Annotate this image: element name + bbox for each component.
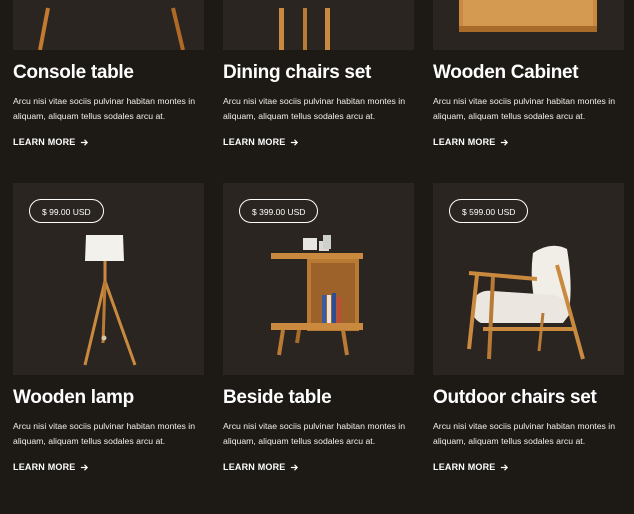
arrow-right-icon bbox=[80, 463, 88, 471]
product-title: Beside table bbox=[223, 387, 332, 408]
product-description: Arcu nisi vitae sociis pulvinar habitan … bbox=[13, 421, 196, 446]
learn-more-link[interactable]: LEARN MORE bbox=[223, 462, 299, 472]
product-image-dining[interactable] bbox=[223, 0, 414, 50]
product-description: Arcu nisi vitae sociis pulvinar habitan … bbox=[223, 421, 406, 446]
learn-more-label: LEARN MORE bbox=[223, 137, 286, 147]
wooden-cabinet-illustration bbox=[459, 0, 597, 32]
arrow-right-icon bbox=[290, 463, 298, 471]
learn-more-label: LEARN MORE bbox=[13, 462, 76, 472]
product-title: Outdoor chairs set bbox=[433, 387, 597, 408]
product-title: Console table bbox=[13, 62, 134, 83]
product-image-outdoor[interactable]: $ 599.00 USD bbox=[433, 183, 624, 375]
learn-more-label: LEARN MORE bbox=[433, 462, 496, 472]
product-image-cabinet[interactable] bbox=[433, 0, 624, 50]
learn-more-link[interactable]: LEARN MORE bbox=[433, 137, 509, 147]
price-badge: $ 399.00 USD bbox=[239, 199, 319, 223]
arrow-right-icon bbox=[500, 138, 508, 146]
product-image-console[interactable] bbox=[13, 0, 204, 50]
learn-more-link[interactable]: LEARN MORE bbox=[433, 462, 509, 472]
arrow-right-icon bbox=[290, 138, 298, 146]
arrow-right-icon bbox=[500, 463, 508, 471]
arrow-right-icon bbox=[80, 138, 88, 146]
product-description: Arcu nisi vitae sociis pulvinar habitan … bbox=[433, 96, 616, 121]
product-description: Arcu nisi vitae sociis pulvinar habitan … bbox=[13, 96, 196, 121]
learn-more-label: LEARN MORE bbox=[223, 462, 286, 472]
product-image-lamp[interactable]: $ 99.00 USD bbox=[13, 183, 204, 375]
product-image-beside[interactable]: $ 399.00 USD bbox=[223, 183, 414, 375]
console-table-illustration bbox=[38, 7, 185, 50]
product-title: Wooden Cabinet bbox=[433, 62, 579, 83]
learn-more-link[interactable]: LEARN MORE bbox=[13, 137, 89, 147]
learn-more-label: LEARN MORE bbox=[13, 137, 76, 147]
price-badge: $ 599.00 USD bbox=[449, 199, 529, 223]
product-description: Arcu nisi vitae sociis pulvinar habitan … bbox=[223, 96, 406, 121]
price-badge: $ 99.00 USD bbox=[29, 199, 104, 223]
dining-chairs-illustration bbox=[279, 8, 330, 50]
product-description: Arcu nisi vitae sociis pulvinar habitan … bbox=[433, 421, 616, 446]
learn-more-link[interactable]: LEARN MORE bbox=[13, 462, 89, 472]
learn-more-link[interactable]: LEARN MORE bbox=[223, 137, 299, 147]
learn-more-label: LEARN MORE bbox=[433, 137, 496, 147]
product-title: Dining chairs set bbox=[223, 62, 371, 83]
product-title: Wooden lamp bbox=[13, 387, 134, 408]
